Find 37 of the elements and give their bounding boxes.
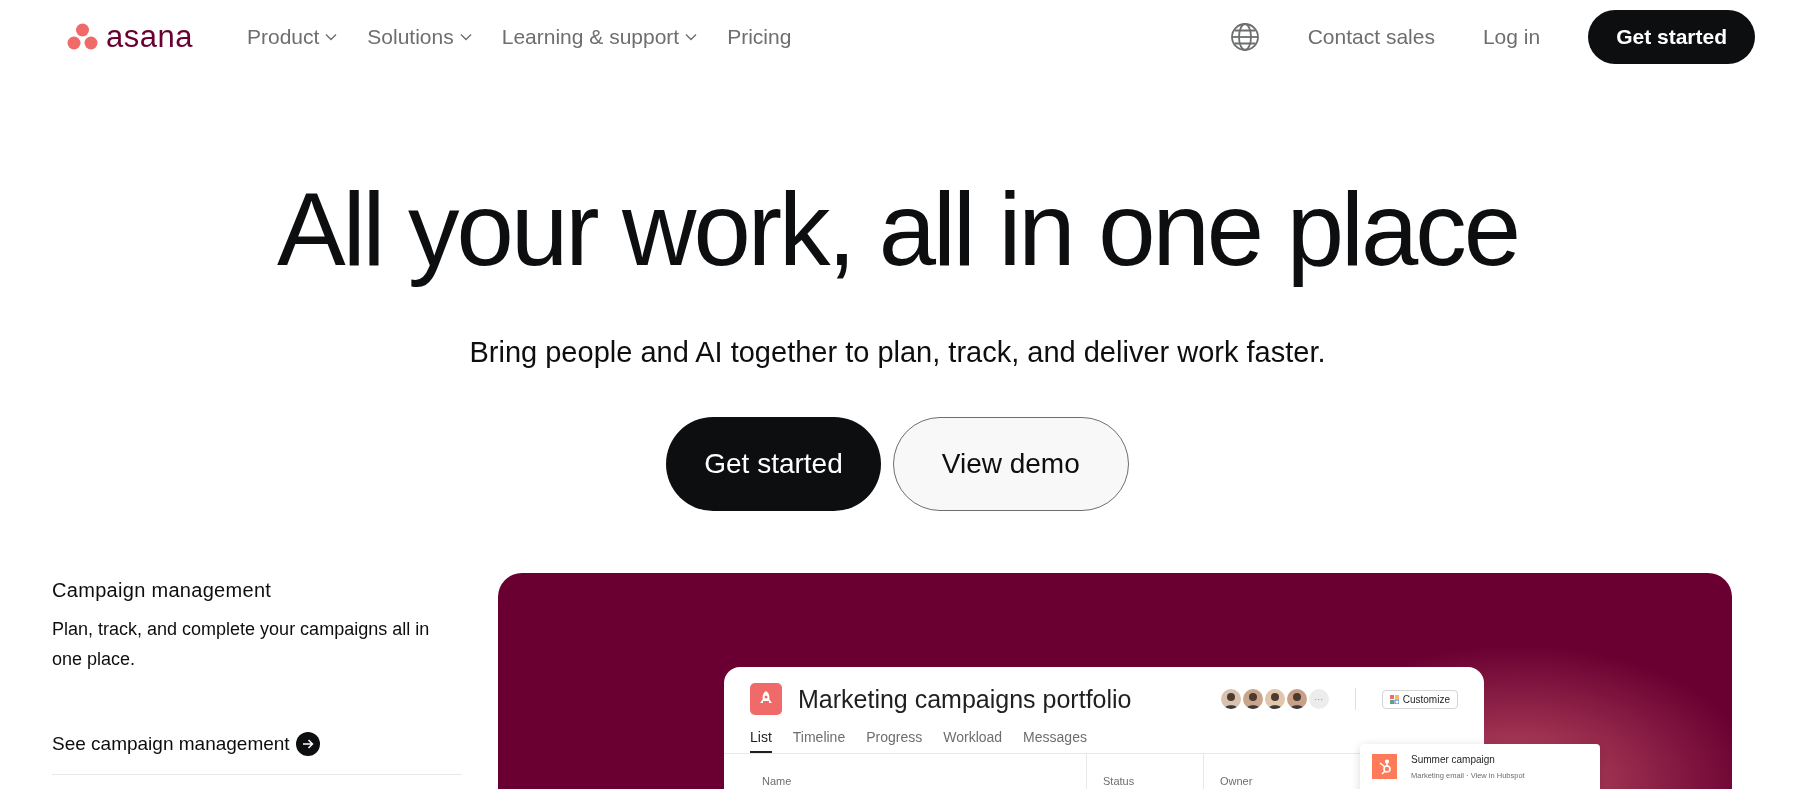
- notification-title: Summer campaign: [1411, 754, 1496, 766]
- view-demo-button[interactable]: View demo: [892, 417, 1129, 512]
- customize-button[interactable]: Customize: [1381, 689, 1458, 709]
- view-tab[interactable]: Workload: [943, 729, 1003, 754]
- hero-heading: All your work, all in one place: [277, 173, 1518, 287]
- grid-icon: [1389, 694, 1399, 704]
- get-started-button[interactable]: Get started: [1588, 9, 1755, 64]
- portfolio-title: Marketing campaigns portfolio: [798, 684, 1132, 714]
- rocket-icon: [750, 683, 782, 716]
- view-tab[interactable]: List: [750, 729, 772, 754]
- logo-wordmark[interactable]: asana: [106, 18, 193, 55]
- contact-sales-link[interactable]: Contact sales: [1307, 24, 1435, 49]
- avatar: [1220, 689, 1241, 710]
- log-in-link[interactable]: Log in: [1482, 24, 1541, 49]
- globe-icon[interactable]: [1229, 21, 1260, 52]
- nav-link[interactable]: Product: [246, 24, 338, 49]
- logo-icon: [67, 23, 98, 50]
- column-header: Status: [1103, 775, 1135, 788]
- nav-link[interactable]: Pricing: [727, 24, 792, 49]
- hub-icon: [1372, 754, 1397, 780]
- more-avatars[interactable]: ···: [1308, 689, 1329, 710]
- view-tab[interactable]: Messages: [1023, 729, 1087, 754]
- get-started-button[interactable]: Get started: [666, 417, 881, 512]
- nav-link[interactable]: Learning & support: [501, 24, 698, 49]
- feature-link[interactable]: See campaign management: [52, 732, 320, 757]
- nav-link[interactable]: Solutions: [367, 24, 472, 49]
- avatar: [1286, 689, 1307, 710]
- view-tab[interactable]: Progress: [866, 729, 923, 754]
- view-tab[interactable]: Timeline: [792, 729, 846, 754]
- avatar: [1264, 689, 1285, 710]
- hero-subtitle: Bring people and AI together to plan, track, and deliver work faster.: [469, 336, 1326, 370]
- feature-description: Plan, track, and complete your campaigns all in one place.: [52, 618, 431, 672]
- feature-title: Campaign management: [52, 579, 273, 603]
- avatar: [1242, 689, 1263, 710]
- column-header: Name: [762, 775, 792, 788]
- arrow-right-icon: [295, 732, 320, 757]
- column-header: Owner: [1220, 775, 1253, 788]
